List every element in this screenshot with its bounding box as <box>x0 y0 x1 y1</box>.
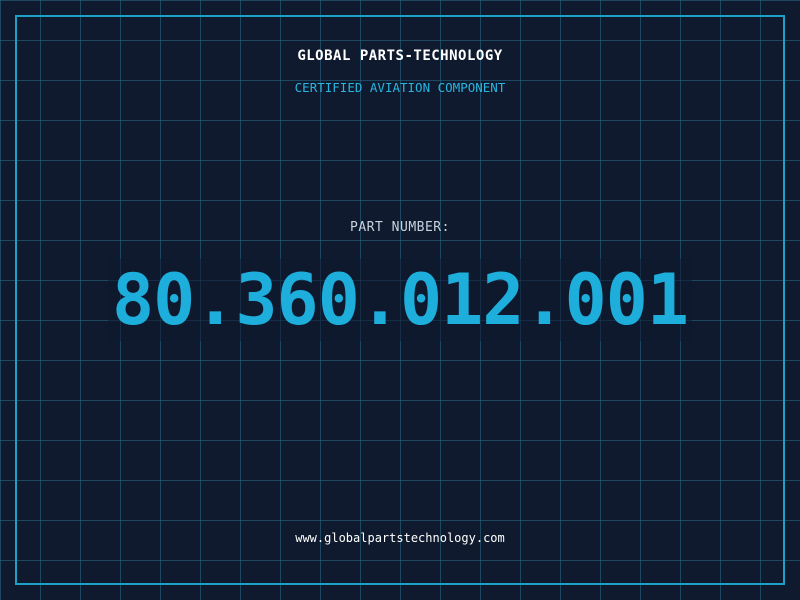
part-number-container: 80.360.012.001 <box>0 259 800 341</box>
part-number-value: 80.360.012.001 <box>107 259 692 341</box>
part-card: GLOBAL PARTS-TECHNOLOGY CERTIFIED AVIATI… <box>0 0 800 600</box>
part-number-label: PART NUMBER: <box>350 220 450 235</box>
website-url: www.globalpartstechnology.com <box>295 531 505 545</box>
company-name: GLOBAL PARTS-TECHNOLOGY <box>297 48 503 64</box>
tagline: CERTIFIED AVIATION COMPONENT <box>294 80 506 95</box>
